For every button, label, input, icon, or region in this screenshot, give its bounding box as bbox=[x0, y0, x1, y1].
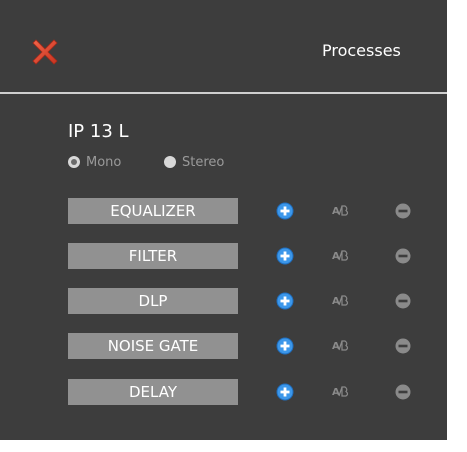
process-row-delay: DELAY A bbox=[68, 379, 428, 405]
add-icon[interactable] bbox=[276, 247, 294, 265]
device-name: IP 13 L bbox=[68, 121, 129, 142]
remove-icon[interactable] bbox=[394, 337, 412, 355]
svg-text:A: A bbox=[332, 296, 340, 307]
filter-button[interactable]: FILTER bbox=[68, 243, 238, 269]
delay-button[interactable]: DELAY bbox=[68, 379, 238, 405]
process-row-noise-gate: NOISE GATE A bbox=[68, 333, 428, 359]
svg-text:A: A bbox=[332, 251, 340, 262]
ab-compare-icon[interactable]: A bbox=[332, 202, 350, 220]
radio-selected-icon bbox=[68, 156, 80, 168]
add-icon[interactable] bbox=[276, 383, 294, 401]
noise-gate-button[interactable]: NOISE GATE bbox=[68, 333, 238, 359]
add-icon[interactable] bbox=[276, 202, 294, 220]
remove-icon[interactable] bbox=[394, 202, 412, 220]
svg-text:A: A bbox=[332, 341, 340, 352]
remove-icon[interactable] bbox=[394, 383, 412, 401]
ab-compare-icon[interactable]: A bbox=[332, 292, 350, 310]
header-divider bbox=[0, 92, 447, 94]
process-row-equalizer: EQUALIZER A bbox=[68, 198, 428, 224]
svg-text:A: A bbox=[332, 387, 340, 398]
equalizer-button[interactable]: EQUALIZER bbox=[68, 198, 238, 224]
mono-radio[interactable]: Mono bbox=[68, 153, 121, 171]
stereo-label: Stereo bbox=[182, 154, 225, 170]
remove-icon[interactable] bbox=[394, 292, 412, 310]
header: Processes bbox=[0, 0, 447, 92]
stereo-radio[interactable]: Stereo bbox=[164, 153, 224, 171]
ab-compare-icon[interactable]: A bbox=[332, 247, 350, 265]
close-icon[interactable] bbox=[30, 37, 60, 67]
svg-text:A: A bbox=[332, 206, 340, 217]
add-icon[interactable] bbox=[276, 337, 294, 355]
mono-label: Mono bbox=[86, 154, 122, 170]
remove-icon[interactable] bbox=[394, 247, 412, 265]
process-row-filter: FILTER A bbox=[68, 243, 428, 269]
dlp-button[interactable]: DLP bbox=[68, 288, 238, 314]
page-title: Processes bbox=[322, 41, 401, 60]
ab-compare-icon[interactable]: A bbox=[332, 337, 350, 355]
processes-panel: Processes IP 13 L Mono Stereo EQUALIZER … bbox=[0, 0, 447, 440]
radio-unselected-icon bbox=[164, 156, 176, 168]
ab-compare-icon[interactable]: A bbox=[332, 383, 350, 401]
process-row-dlp: DLP A bbox=[68, 288, 428, 314]
add-icon[interactable] bbox=[276, 292, 294, 310]
